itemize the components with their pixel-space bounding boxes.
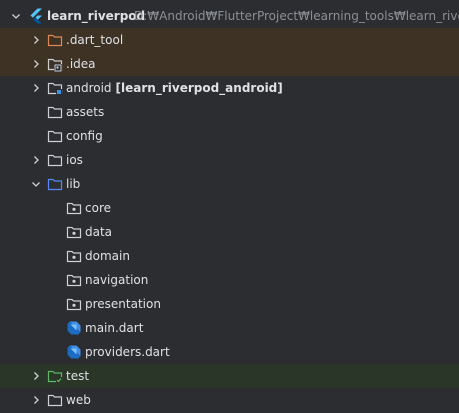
source-folder-icon bbox=[47, 176, 63, 192]
folder-icon bbox=[47, 152, 63, 168]
dart-file-icon bbox=[66, 320, 82, 336]
project-tree: learn_riverpod D:₩Android₩FlutterProject… bbox=[0, 0, 459, 413]
tree-item-label: test bbox=[66, 369, 90, 383]
chevron-right-icon[interactable] bbox=[28, 80, 44, 96]
chevron-right-icon[interactable] bbox=[28, 32, 44, 48]
tree-item-label: data bbox=[85, 225, 113, 239]
tree-row-core[interactable]: core bbox=[0, 196, 459, 220]
chevron-down-icon[interactable] bbox=[8, 8, 24, 24]
tree-item-label: main.dart bbox=[85, 321, 144, 335]
tree-item-label: ios bbox=[66, 153, 83, 167]
package-icon bbox=[66, 200, 82, 216]
tree-row-data[interactable]: data bbox=[0, 220, 459, 244]
tree-item-label: core bbox=[85, 201, 111, 215]
excluded-folder-icon bbox=[47, 32, 63, 48]
idea-folder-icon bbox=[47, 56, 63, 72]
package-icon bbox=[66, 224, 82, 240]
tree-row-idea[interactable]: .idea bbox=[0, 52, 459, 76]
tree-row-navigation[interactable]: navigation bbox=[0, 268, 459, 292]
tree-item-label: web bbox=[66, 393, 91, 407]
module-folder-icon bbox=[47, 80, 63, 96]
tree-row-ios[interactable]: ios bbox=[0, 148, 459, 172]
test-folder-icon bbox=[47, 368, 63, 384]
tree-row-assets[interactable]: assets bbox=[0, 100, 459, 124]
tree-item-label: android [learn_riverpod_android] bbox=[66, 76, 283, 100]
tree-row-lib[interactable]: lib bbox=[0, 172, 459, 196]
package-icon bbox=[66, 296, 82, 312]
project-path: D:₩Android₩FlutterProject₩learning_tools… bbox=[134, 9, 459, 23]
chevron-down-icon[interactable] bbox=[28, 176, 44, 192]
tree-row-main-dart[interactable]: main.dart bbox=[0, 316, 459, 340]
folder-icon bbox=[47, 128, 63, 144]
tree-row-domain[interactable]: domain bbox=[0, 244, 459, 268]
chevron-right-icon[interactable] bbox=[28, 152, 44, 168]
tree-row-providers-dart[interactable]: providers.dart bbox=[0, 340, 459, 364]
tree-row-presentation[interactable]: presentation bbox=[0, 292, 459, 316]
tree-item-label: presentation bbox=[85, 297, 161, 311]
tree-item-label: domain bbox=[85, 249, 130, 263]
tree-item-label: config bbox=[66, 129, 103, 143]
package-icon bbox=[66, 248, 82, 264]
tree-row-android[interactable]: android [learn_riverpod_android] bbox=[0, 76, 459, 100]
tree-row-web[interactable]: web bbox=[0, 388, 459, 412]
chevron-right-icon[interactable] bbox=[28, 368, 44, 384]
dart-file-icon bbox=[66, 344, 82, 360]
package-icon bbox=[66, 272, 82, 288]
tree-item-label: lib bbox=[66, 177, 81, 191]
chevron-right-icon[interactable] bbox=[28, 392, 44, 408]
module-name-tag: [learn_riverpod_android] bbox=[115, 81, 283, 95]
tree-row-dart-tool[interactable]: .dart_tool bbox=[0, 28, 459, 52]
tree-item-label: .idea bbox=[66, 57, 96, 71]
tree-row-test[interactable]: test bbox=[0, 364, 459, 388]
folder-name: android bbox=[66, 81, 112, 95]
tree-item-label: .dart_tool bbox=[66, 33, 124, 47]
tree-item-label: navigation bbox=[85, 273, 149, 287]
tree-item-label: providers.dart bbox=[85, 345, 170, 359]
tree-item-label: assets bbox=[66, 105, 105, 119]
tree-row-config[interactable]: config bbox=[0, 124, 459, 148]
project-name: learn_riverpod bbox=[47, 9, 146, 23]
flutter-icon bbox=[28, 8, 44, 24]
folder-icon bbox=[47, 104, 63, 120]
folder-icon bbox=[47, 392, 63, 408]
chevron-right-icon[interactable] bbox=[28, 56, 44, 72]
tree-row-project-root[interactable]: learn_riverpod D:₩Android₩FlutterProject… bbox=[0, 4, 459, 28]
